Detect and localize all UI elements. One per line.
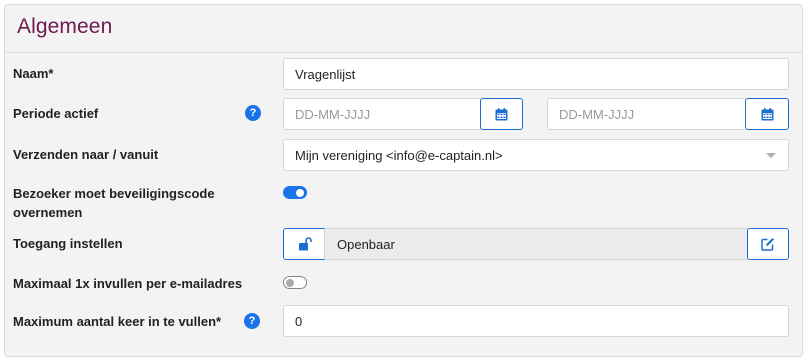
calendar-icon bbox=[761, 107, 773, 120]
verzenden-selected-value: Mijn vereniging <info@e-captain.nl> bbox=[295, 147, 503, 163]
beveiligingscode-label-line2: overnemen bbox=[13, 205, 83, 220]
periode-start-calendar-button[interactable] bbox=[480, 98, 523, 130]
toegang-label: Toegang instellen bbox=[13, 236, 123, 251]
maximaal-1x-toggle[interactable] bbox=[283, 276, 307, 289]
toggle-knob bbox=[296, 188, 304, 197]
periode-label: Periode actief bbox=[13, 106, 99, 121]
verzenden-label: Verzenden naar / vanuit bbox=[13, 147, 159, 162]
calendar-icon bbox=[495, 107, 508, 120]
section-title: Algemeen bbox=[17, 15, 113, 38]
beveiligingscode-label-line1: Bezoeker moet beveiligingscode bbox=[13, 186, 215, 201]
periode-start-input[interactable]: DD-MM-JJJJ bbox=[283, 98, 482, 130]
beveiligingscode-toggle[interactable] bbox=[283, 186, 307, 199]
naam-input[interactable]: Vragenlijst bbox=[283, 58, 789, 90]
question-circle-icon[interactable]: ? bbox=[244, 313, 260, 329]
title-divider bbox=[5, 52, 802, 53]
toegang-edit-button[interactable] bbox=[747, 228, 789, 260]
edit-icon bbox=[761, 238, 774, 251]
verzenden-select[interactable]: Mijn vereniging <info@e-captain.nl> bbox=[283, 139, 789, 171]
toegang-lock-button[interactable] bbox=[283, 228, 326, 260]
naam-label: Naam* bbox=[13, 66, 54, 81]
chevron-down-icon bbox=[766, 153, 776, 158]
maximum-aantal-input[interactable]: 0 bbox=[283, 305, 789, 337]
unlock-icon bbox=[298, 237, 312, 251]
maximum-aantal-label: Maximum aantal keer in te vullen* bbox=[13, 314, 222, 329]
toggle-knob bbox=[286, 278, 294, 287]
toegang-value: Openbaar bbox=[324, 228, 749, 260]
question-circle-icon[interactable]: ? bbox=[245, 105, 261, 121]
maximaal-1x-label: Maximaal 1x invullen per e-mailadres bbox=[13, 276, 243, 291]
periode-end-input[interactable]: DD-MM-JJJJ bbox=[547, 98, 747, 130]
periode-end-calendar-button[interactable] bbox=[745, 98, 789, 130]
